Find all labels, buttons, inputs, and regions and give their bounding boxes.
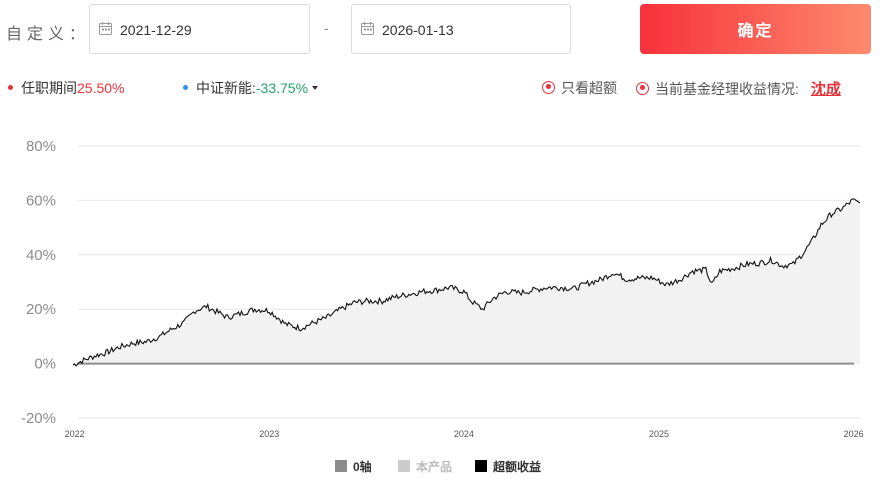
y-tick-label: 20% <box>26 301 56 318</box>
calendar-icon <box>99 22 112 35</box>
end-date-input[interactable] <box>382 19 552 41</box>
manager-label: 当前基金经理收益情况: <box>655 81 799 97</box>
excess-only-label: 只看超额 <box>561 80 617 96</box>
x-tick-label: 2022 <box>65 429 85 439</box>
product-area <box>73 198 860 366</box>
start-date-input[interactable] <box>120 19 290 41</box>
y-tick-label: 80% <box>26 138 56 155</box>
excess-only-toggle[interactable]: 只看超额 <box>542 78 617 98</box>
y-tick-label: 0% <box>34 356 56 373</box>
date-separator: - <box>324 20 329 36</box>
tenure-label: 任职期间 <box>21 80 77 96</box>
legend-label[interactable]: 0轴 <box>353 459 372 474</box>
legend-label[interactable]: 超额收益 <box>492 459 541 474</box>
confirm-button[interactable]: 确定 <box>640 4 871 54</box>
x-tick-label: 2026 <box>844 429 864 439</box>
y-axis-ticks: -20% 0% 20% 40% 60% 80% <box>21 138 56 427</box>
x-axis-ticks: 2022 2023 2024 2025 2026 <box>65 429 864 439</box>
y-tick-label: 60% <box>26 192 56 209</box>
caret-down-icon[interactable] <box>312 86 319 90</box>
y-tick-label: 40% <box>26 247 56 264</box>
end-date-field[interactable] <box>351 4 571 54</box>
benchmark-dot-icon <box>183 84 188 90</box>
radio-icon[interactable] <box>542 80 555 94</box>
summary-row: 任职期间25.50% 中证新能:-33.75% 只看超额 当前基金经理收益情况:… <box>0 74 885 98</box>
start-date-field[interactable] <box>89 4 310 54</box>
benchmark-label: 中证新能: <box>196 80 256 96</box>
legend-swatch[interactable] <box>335 460 347 472</box>
radio-icon[interactable] <box>636 81 649 95</box>
calendar-icon <box>361 22 374 35</box>
excess-return-chart: -20%0%20%40%60%80% 2022 2023 2024 2025 2026 … <box>21 138 864 474</box>
x-tick-label: 2023 <box>259 429 279 439</box>
x-tick-label: 2024 <box>454 429 474 439</box>
y-tick-label: -20% <box>21 410 56 427</box>
legend-label[interactable]: 本产品 <box>416 459 452 474</box>
tenure-dot-icon <box>8 84 13 90</box>
date-filter-bar: 自定义： - 确定 <box>0 0 885 60</box>
custom-range-label: 自定义： <box>6 26 91 43</box>
tenure-return: 任职期间25.50% <box>8 78 124 98</box>
legend-swatch[interactable] <box>475 460 487 472</box>
chart-legend: 0轴 本产品 超额收益 <box>335 459 541 474</box>
manager-return-toggle[interactable]: 当前基金经理收益情况: 沈成 <box>636 78 841 99</box>
benchmark-value: -33.75% <box>255 80 309 96</box>
legend-swatch[interactable] <box>398 460 410 472</box>
tenure-value: 25.50% <box>77 80 125 96</box>
manager-name-link[interactable]: 沈成 <box>811 81 841 98</box>
x-tick-label: 2025 <box>649 429 669 439</box>
benchmark-selector[interactable]: 中证新能:-33.75% <box>183 78 319 98</box>
